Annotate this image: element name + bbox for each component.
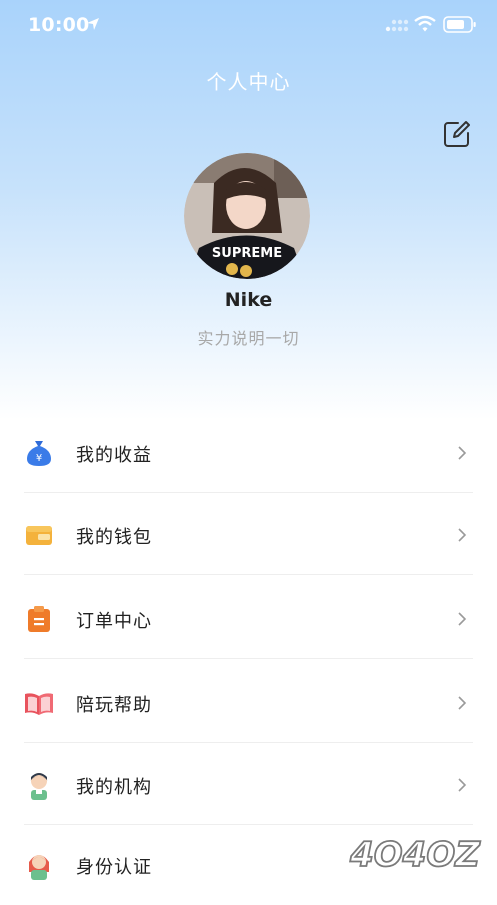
book-icon	[25, 693, 53, 715]
menu-item-label: 身份认证	[76, 857, 152, 878]
chevron-right-icon	[458, 612, 467, 626]
watermark-text: 4O4OZ	[349, 835, 481, 875]
wallet-icon	[26, 526, 52, 545]
location-arrow-icon	[87, 18, 99, 30]
avatar[interactable]: SUPREME	[184, 153, 310, 279]
battery-icon	[443, 16, 476, 33]
avatar-shirt-text: SUPREME	[212, 246, 282, 261]
menu-item-wallet[interactable]: 我的钱包	[24, 495, 473, 575]
boy-avatar-icon	[30, 773, 48, 800]
order-clipboard-icon	[28, 606, 50, 632]
menu-item-label: 订单中心	[76, 611, 152, 632]
status-bar: 10:00	[0, 0, 497, 50]
money-bag-icon: ¥	[27, 441, 51, 466]
girl-avatar-icon	[29, 855, 49, 880]
divider	[24, 492, 473, 493]
chevron-right-icon	[458, 778, 467, 792]
menu-item-label: 我的收益	[76, 445, 152, 466]
divider	[24, 658, 473, 659]
divider	[24, 742, 473, 743]
username: Nike	[224, 289, 273, 311]
status-time: 10:00	[28, 14, 90, 36]
user-bio: 实力说明一切	[197, 329, 300, 348]
divider	[24, 574, 473, 575]
wifi-icon	[414, 15, 436, 32]
svg-text:¥: ¥	[36, 453, 42, 464]
chevron-right-icon	[458, 528, 467, 542]
watermark-logo: 4O4OZ	[348, 834, 482, 876]
menu-item-label: 陪玩帮助	[76, 695, 152, 716]
page-title: 个人中心	[206, 70, 291, 94]
menu-item-earnings[interactable]: ¥ 我的收益	[24, 413, 473, 493]
menu-item-organization[interactable]: 我的机构	[24, 745, 473, 825]
menu-item-help[interactable]: 陪玩帮助	[24, 663, 473, 743]
chevron-right-icon	[458, 696, 467, 710]
chevron-right-icon	[458, 446, 467, 460]
cellular-signal-icon	[385, 19, 409, 32]
edit-icon[interactable]	[443, 120, 471, 148]
menu-item-label: 我的钱包	[76, 527, 152, 548]
menu-item-label: 我的机构	[76, 777, 152, 798]
menu-item-orders[interactable]: 订单中心	[24, 579, 473, 659]
